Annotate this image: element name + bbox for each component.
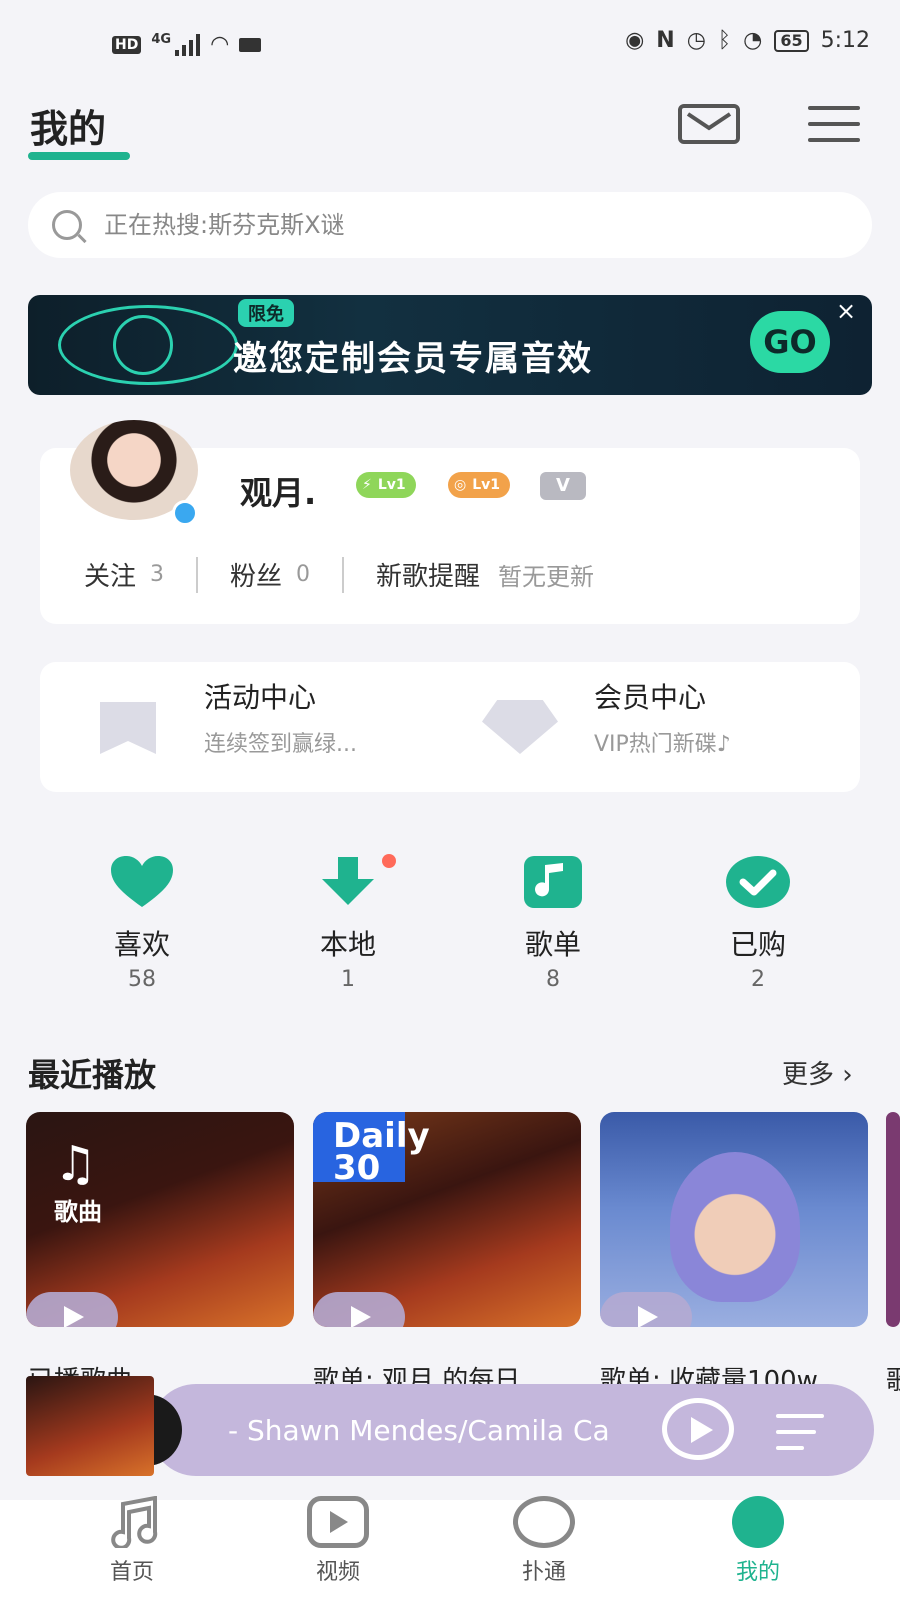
centers-card: [40, 662, 860, 792]
nav-putong[interactable]: 扑通: [474, 1496, 614, 1586]
banner-text: 邀您定制会员专属音效: [233, 339, 593, 379]
shortcut-count: 2: [751, 967, 765, 992]
level-badge-green[interactable]: ⚡ Lv1: [356, 472, 416, 498]
recent-card[interactable]: [600, 1112, 868, 1327]
music-note-icon: [520, 855, 586, 909]
username[interactable]: 观月.: [240, 468, 316, 514]
shortcut-label: 歌单: [524, 928, 581, 961]
newsong-status: 暂无更新: [498, 563, 595, 591]
profile-stats: 关注 3 粉丝 0 新歌提醒 暂无更新: [84, 556, 594, 593]
bluetooth-icon: ᛒ: [717, 28, 732, 53]
shortcut-purchased[interactable]: 已购 2: [688, 855, 828, 992]
camera-icon: [239, 37, 262, 52]
music-icon: [101, 1495, 163, 1550]
go-button[interactable]: GO: [750, 311, 830, 373]
battery-icon: 65: [774, 29, 809, 52]
follow-label[interactable]: 关注: [84, 556, 136, 593]
fans-label[interactable]: 粉丝: [230, 556, 282, 593]
follow-count[interactable]: 3: [150, 562, 164, 587]
page-title: 我的: [30, 107, 107, 151]
now-playing-song[interactable]: - Shawn Mendes/Camila Ca: [228, 1414, 608, 1447]
title-underline: [28, 152, 130, 160]
playlist-icon[interactable]: [776, 1414, 824, 1450]
shortcut-count: 58: [128, 967, 156, 992]
nav-label: 扑通: [521, 1560, 566, 1585]
search-icon: [52, 210, 82, 240]
shortcut-count: 1: [341, 967, 355, 992]
shortcut-playlists[interactable]: 歌单 8: [483, 855, 623, 992]
clock: 5:12: [820, 28, 870, 53]
status-dot-icon: [172, 500, 198, 526]
nav-label: 视频: [315, 1560, 360, 1585]
vip-center[interactable]: 会员中心 VIP热门新碟♪: [594, 676, 731, 758]
fans-count[interactable]: 0: [296, 562, 310, 587]
level-text: Lv1: [377, 477, 406, 493]
mail-icon[interactable]: [678, 104, 740, 144]
lightning-icon: ⚡: [362, 477, 372, 493]
play-icon[interactable]: [600, 1292, 692, 1327]
net-type: 4G: [151, 32, 172, 47]
divider: [196, 556, 199, 593]
level-badge-orange[interactable]: ◎ Lv1: [448, 472, 511, 498]
shortcut-label: 本地: [319, 928, 376, 961]
recent-card[interactable]: Daily 30: [313, 1112, 581, 1327]
status-right: ◉ N ◷ ᛒ ◔ 65 5:12: [625, 28, 870, 53]
wifi-icon: ◠: [210, 32, 230, 57]
shortcut-label: 已购: [729, 928, 786, 961]
nfc-icon: N: [656, 28, 675, 53]
nav-label: 首页: [109, 1560, 154, 1585]
alarm-icon: ◷: [686, 28, 706, 53]
shortcut-local[interactable]: 本地 1: [278, 855, 418, 992]
check-icon: [725, 855, 791, 909]
now-playing-cover[interactable]: [26, 1376, 154, 1476]
free-badge: 限免: [238, 299, 294, 327]
card-caption: 歌: [886, 1366, 900, 1396]
promo-banner[interactable]: 限免 邀您定制会员专属音效 GO ×: [28, 295, 872, 395]
shortcut-count: 8: [546, 967, 560, 992]
download-icon: [315, 855, 381, 909]
close-icon[interactable]: ×: [836, 297, 856, 325]
activity-center-title: 活动中心: [204, 681, 317, 714]
play-button[interactable]: [662, 1398, 734, 1460]
status-left: HD 4G ◠: [112, 32, 262, 57]
ear-icon: [113, 315, 173, 375]
search-input[interactable]: [104, 211, 804, 239]
shortcut-likes[interactable]: 喜欢 58: [72, 855, 212, 992]
nav-home[interactable]: 首页: [62, 1495, 202, 1586]
heart-icon: [109, 855, 175, 909]
shortcut-label: 喜欢: [113, 928, 170, 961]
hd-icon: HD: [112, 35, 142, 54]
vip-badge[interactable]: V: [540, 472, 586, 500]
recent-title: 最近播放: [28, 1056, 157, 1094]
menu-icon[interactable]: [808, 106, 860, 142]
play-icon[interactable]: [313, 1292, 405, 1327]
recent-card-partial[interactable]: [886, 1112, 900, 1327]
eye-icon: ◉: [625, 28, 645, 53]
search-bar[interactable]: [28, 192, 872, 258]
more-link[interactable]: 更多 ›: [782, 1054, 853, 1091]
nav-video[interactable]: 视频: [268, 1496, 408, 1586]
music-note-icon: ♫: [54, 1136, 98, 1192]
card-tag: 歌曲: [54, 1198, 102, 1226]
play-icon[interactable]: [26, 1292, 118, 1327]
vip-center-sub: VIP热门新碟♪: [594, 732, 731, 757]
ring-icon: ◎: [454, 477, 467, 493]
chat-face-icon: [513, 1496, 575, 1548]
signal-icon: [175, 33, 201, 56]
divider: [342, 556, 345, 593]
level-text: Lv1: [472, 477, 501, 493]
activity-center-sub: 连续签到赢绿...: [204, 732, 357, 757]
profile-icon: [732, 1496, 784, 1548]
new-indicator-dot: [382, 854, 396, 868]
nav-mine[interactable]: 我的: [688, 1496, 828, 1586]
recent-card[interactable]: ♫ 歌曲: [26, 1112, 294, 1327]
speed-icon: ◔: [743, 28, 763, 53]
vip-center-title: 会员中心: [594, 681, 707, 714]
daily-30-label: Daily 30: [333, 1116, 430, 1188]
activity-center[interactable]: 活动中心 连续签到赢绿...: [204, 676, 357, 758]
video-icon: [307, 1496, 369, 1548]
cover-photo: [670, 1152, 800, 1302]
nav-label: 我的: [735, 1560, 780, 1585]
newsong-label[interactable]: 新歌提醒: [376, 556, 480, 593]
